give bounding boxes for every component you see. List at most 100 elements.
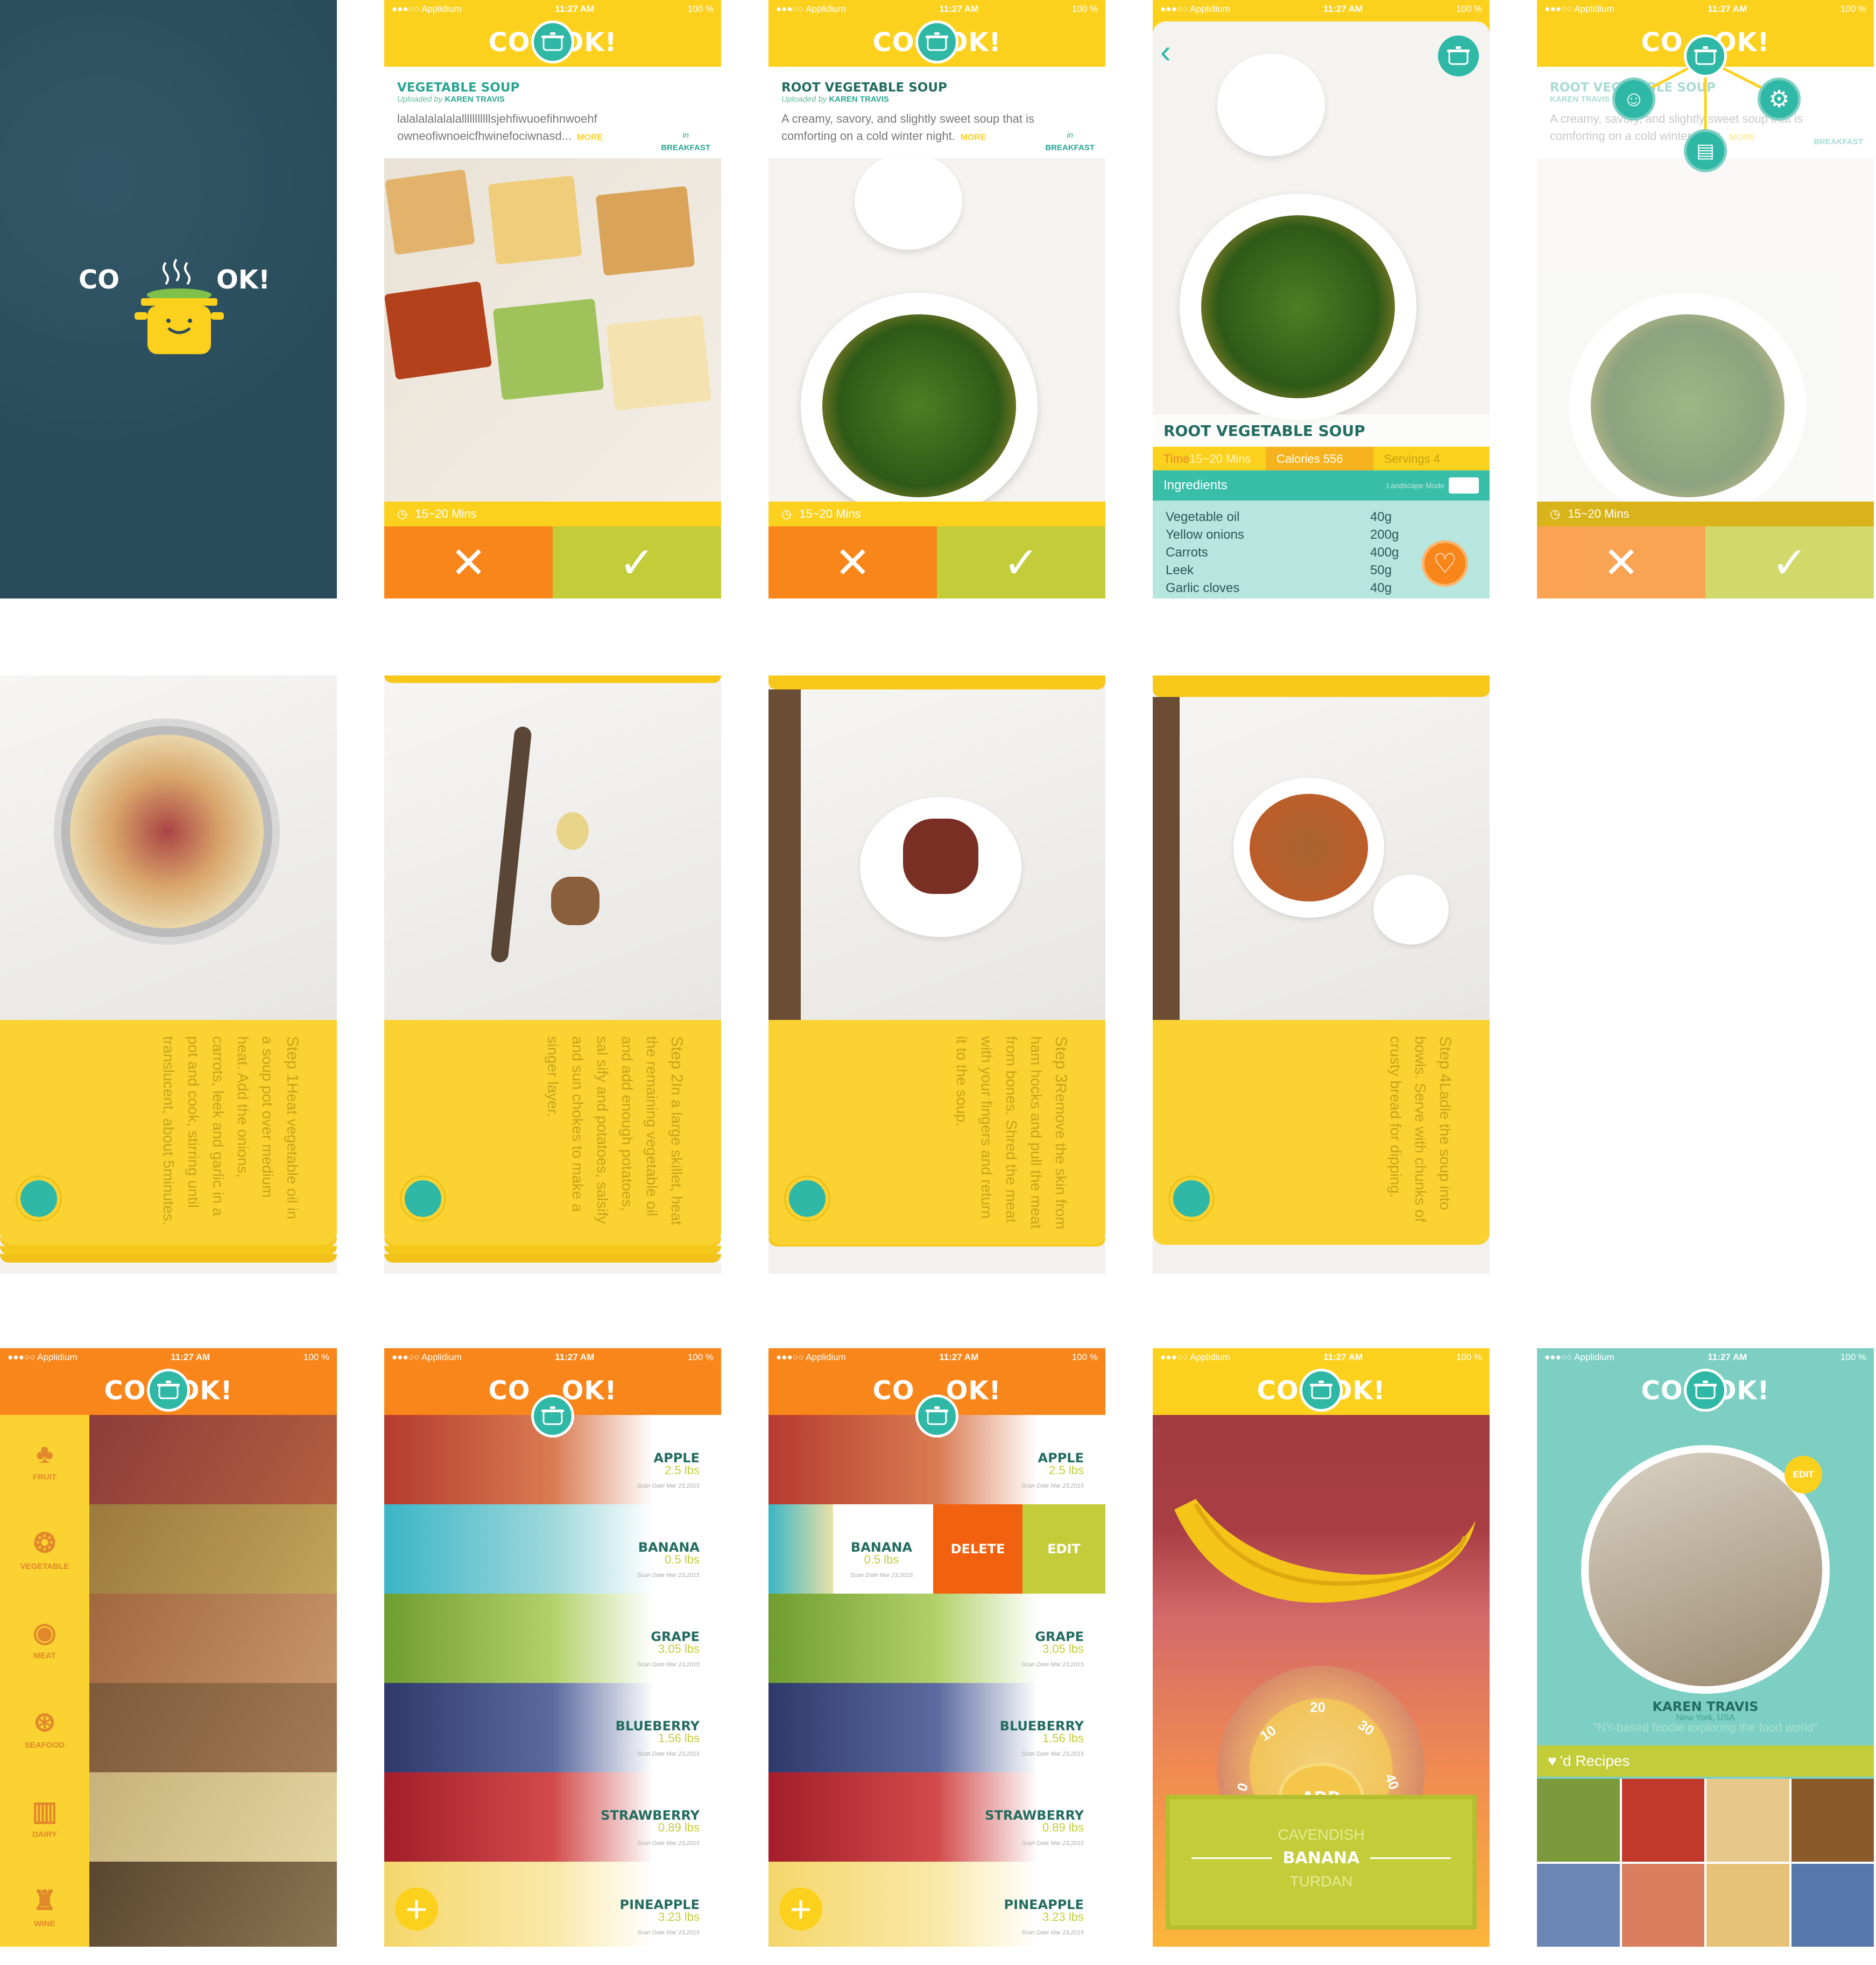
reject-button[interactable]: ✕	[384, 526, 553, 598]
banana-thumb	[768, 1504, 833, 1594]
recipe-thumb[interactable]	[1537, 1864, 1620, 1947]
recipe-thumb[interactable]	[1621, 1864, 1704, 1947]
category-wine[interactable]: ♜ WINE	[0, 1862, 89, 1947]
more-link[interactable]: MORE	[577, 133, 603, 142]
lemon-bowl	[1217, 54, 1325, 156]
category-seafood[interactable]: ⊛ SEAFOOD	[0, 1683, 89, 1772]
steak-icon: ◉	[33, 1617, 57, 1647]
edit-profile-button[interactable]: EDIT	[1785, 1456, 1822, 1494]
edit-button[interactable]: EDIT	[1022, 1504, 1105, 1594]
fridge-icon[interactable]: ▤	[1684, 129, 1727, 172]
divider	[1191, 1857, 1272, 1859]
status-bar: ●●●○○ Applidium 11:27 AM 100 %	[0, 1348, 337, 1367]
recipe-thumb[interactable]	[1706, 1779, 1789, 1862]
toggle-switch[interactable]	[1449, 477, 1479, 494]
variety-picker[interactable]: CAVENDISH BANANA TURDAN	[1166, 1795, 1477, 1929]
pot-menu-icon[interactable]	[1684, 34, 1727, 78]
pot-menu-icon[interactable]	[531, 1394, 574, 1438]
rotate-phone-button[interactable]	[1170, 1177, 1213, 1220]
recipe-thumb[interactable]	[1791, 1779, 1874, 1862]
recipe-thumb[interactable]	[1706, 1864, 1789, 1947]
fruit-row-blueberry[interactable]: BLUEBERRY 1.56 lbs Scan Date Mar 23,2015	[768, 1683, 1105, 1772]
step-screen-1: Step 1Heat vegetable oil in a soup pot o…	[0, 675, 337, 1274]
favorite-heart-button[interactable]: ♡	[1422, 540, 1468, 587]
category-label: BREAKFAST	[1045, 143, 1095, 152]
variety-option[interactable]: TURDAN	[1170, 1873, 1472, 1890]
fruit-info: BLUEBERRY 1.56 lbs Scan Date Mar 23,2015	[1000, 1719, 1084, 1757]
pot-menu-icon[interactable]	[1438, 36, 1479, 76]
category-vegetable[interactable]: ❂ VEGETABLE	[0, 1504, 89, 1594]
fruit-row-strawberry[interactable]: STRAWBERRY 0.89 lbs Scan Date Mar 23,2015	[768, 1772, 1105, 1862]
fruit-row-strawberry[interactable]: STRAWBERRY 0.89 lbs Scan Date Mar 23,2015	[384, 1772, 721, 1862]
pot-menu-icon[interactable]	[915, 1394, 958, 1438]
pot-menu-icon[interactable]	[915, 20, 958, 64]
back-button[interactable]: ‹	[1160, 36, 1171, 68]
recipe-card-screen-2: ●●●○○ Applidium 11:27 AM 100 % CO OK! ROO…	[768, 0, 1105, 598]
status-bar: ●●●○○ Applidium 11:27 AM 100 %	[1537, 1348, 1874, 1367]
accept-button[interactable]: ✓	[937, 526, 1105, 598]
fruit-row-blueberry[interactable]: BLUEBERRY 1.56 lbs Scan Date Mar 23,2015	[384, 1683, 721, 1772]
recipe-thumb[interactable]	[1791, 1864, 1874, 1947]
reject-button[interactable]: ✕	[768, 526, 937, 598]
pot-menu-icon[interactable]	[147, 1369, 190, 1412]
category-image-vegetable[interactable]	[89, 1504, 337, 1594]
ingredient-row: Garlic cloves 40g	[1166, 579, 1477, 597]
category-image-dairy[interactable]	[89, 1772, 337, 1862]
pot-menu-icon[interactable]	[1684, 1369, 1727, 1412]
rotate-phone-button[interactable]	[401, 1177, 445, 1220]
fruit-row-grape[interactable]: GRAPE 3.05 lbs Scan Date Mar 23,2015	[384, 1594, 721, 1683]
category-image-seafood[interactable]	[89, 1683, 337, 1772]
fruit-row-banana-swiped[interactable]: BANANA 0.5 lbs Scan Date Mar 23,2015 DELET…	[768, 1504, 1105, 1594]
app-header: CO OK!	[1537, 1367, 1874, 1415]
recipe-title: ROOT VEGETABLE SOUP	[781, 81, 947, 95]
rotate-phone-button[interactable]	[786, 1177, 829, 1220]
category-image-fruit[interactable]	[89, 1415, 337, 1504]
carrier: ●●●○○ Applidium	[392, 4, 462, 14]
delete-button[interactable]: DELETE	[933, 1504, 1022, 1594]
recipe-thumb[interactable]	[1537, 1779, 1620, 1862]
category-meat[interactable]: ◉ MEAT	[0, 1594, 89, 1683]
fruit-row-grape[interactable]: GRAPE 3.05 lbs Scan Date Mar 23,2015	[768, 1594, 1105, 1683]
more-link[interactable]: MORE	[961, 133, 986, 142]
clock-icon: ◷	[781, 507, 792, 520]
pot-menu-icon[interactable]	[531, 20, 574, 64]
accept-button[interactable]: ✓	[1705, 526, 1874, 598]
stat-time-value: 15~20 Mins	[1189, 452, 1251, 466]
clock: 11:27 AM	[171, 1352, 210, 1362]
category-image-wine[interactable]	[89, 1862, 337, 1947]
stat-time-label: Time	[1163, 452, 1190, 466]
category-dairy[interactable]: ▥ DAIRY	[0, 1772, 89, 1862]
stat-time: Time15~20 Mins	[1153, 447, 1266, 470]
fruit-weight: 0.5 lbs	[665, 1553, 700, 1566]
status-bar: ●●●○○ Applidium 11:27 AM 100 %	[384, 0, 721, 18]
logo-left: CO	[872, 27, 915, 58]
landscape-toggle[interactable]: Landscape Mode	[1387, 477, 1479, 494]
rotate-phone-button[interactable]	[17, 1177, 60, 1220]
category-fruit[interactable]: ♣ FRUIT	[0, 1415, 89, 1504]
battery: 100 %	[687, 1352, 714, 1362]
dial-tick-20: 20	[1310, 1699, 1325, 1715]
author-link[interactable]: KAREN TRAVIS	[445, 95, 504, 104]
author-link[interactable]: KAREN TRAVIS	[829, 95, 888, 104]
cherry-icon: ♣	[36, 1438, 54, 1469]
recipe-photo	[1537, 158, 1874, 519]
pot-menu-icon[interactable]	[1300, 1369, 1343, 1412]
variety-selected[interactable]: BANANA	[1283, 1849, 1360, 1868]
recipe-thumb[interactable]	[1621, 1779, 1704, 1862]
fruit-row-banana[interactable]: BANANA 0.5 lbs Scan Date Mar 23,2015	[384, 1504, 721, 1594]
chef-profile-icon[interactable]: ☺	[1612, 78, 1655, 121]
scan-date: Scan Date Mar 23,2015	[1021, 1661, 1084, 1668]
add-item-button[interactable]: +	[779, 1887, 822, 1931]
fruit-info: STRAWBERRY 0.89 lbs Scan Date Mar 23,2015	[985, 1808, 1084, 1847]
step-text: Step 3Remove the skin from ham hocks and…	[949, 1036, 1073, 1230]
battery: 100 %	[1456, 1352, 1482, 1362]
accept-button[interactable]: ✓	[553, 526, 721, 598]
variety-option[interactable]: CAVENDISH	[1170, 1826, 1472, 1843]
add-item-button[interactable]: +	[395, 1887, 438, 1931]
reject-button[interactable]: ✕	[1537, 526, 1705, 598]
category-label: FRUIT	[32, 1472, 57, 1482]
category-image-meat[interactable]	[89, 1594, 337, 1683]
settings-gear-icon[interactable]: ⚙	[1758, 78, 1801, 121]
card-stack	[0, 1246, 337, 1255]
dial-tick-0: 0	[1233, 1780, 1252, 1794]
